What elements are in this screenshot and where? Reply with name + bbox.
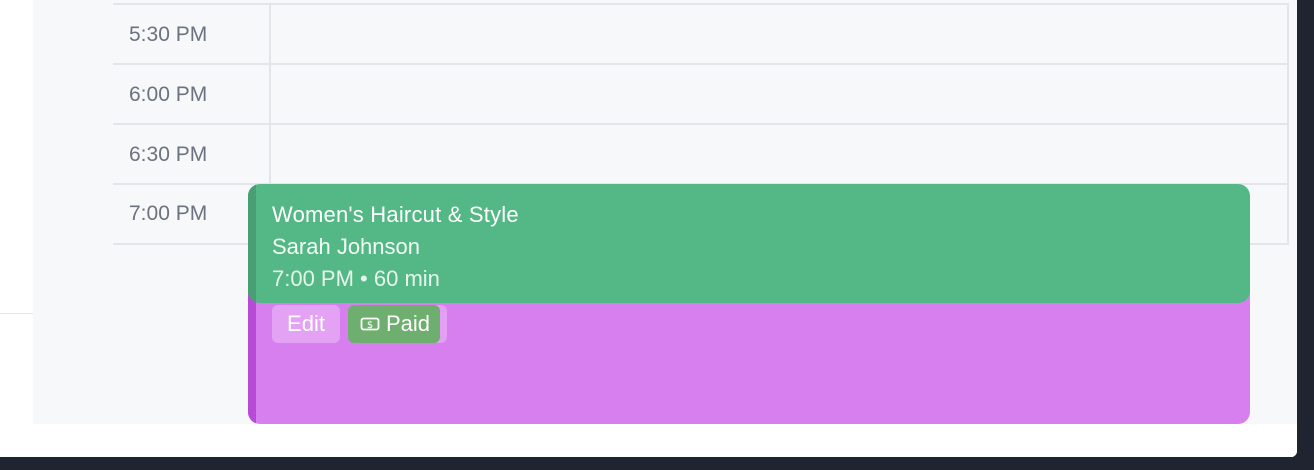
appointment-client: Sarah Johnson (272, 234, 420, 259)
appointment-card[interactable]: Women's Haircut & Style Sarah Johnson 7:… (248, 184, 1250, 303)
svg-text:$: $ (367, 320, 373, 331)
time-slot-row: 6:30 PM (113, 123, 1289, 185)
dollar-bill-icon: $ (360, 316, 380, 332)
time-slot-cell[interactable] (273, 65, 1289, 125)
card-accent-bar (248, 184, 256, 303)
time-label: 6:30 PM (113, 125, 271, 185)
app-window: 5:30 PM 6:00 PM 6:30 PM 7:00 PM Women's … (0, 0, 1297, 457)
time-label: 6:00 PM (113, 65, 271, 125)
appointment-title: Women's Haircut & Style (272, 202, 519, 227)
paid-label: Paid (386, 311, 431, 336)
time-slot-cell[interactable] (273, 5, 1289, 65)
footer-strip (33, 424, 1297, 457)
time-slot-row: 6:00 PM (113, 63, 1289, 125)
time-slot-row: 5:30 PM (113, 3, 1289, 65)
time-label: 5:30 PM (113, 5, 271, 65)
time-slot-cell[interactable] (273, 125, 1289, 185)
sidebar-divider (0, 313, 33, 314)
paid-button[interactable]: $ Paid (348, 305, 440, 343)
edit-button[interactable]: Edit (272, 305, 340, 343)
appointment-time: 7:00 PM • 60 min (272, 266, 440, 291)
